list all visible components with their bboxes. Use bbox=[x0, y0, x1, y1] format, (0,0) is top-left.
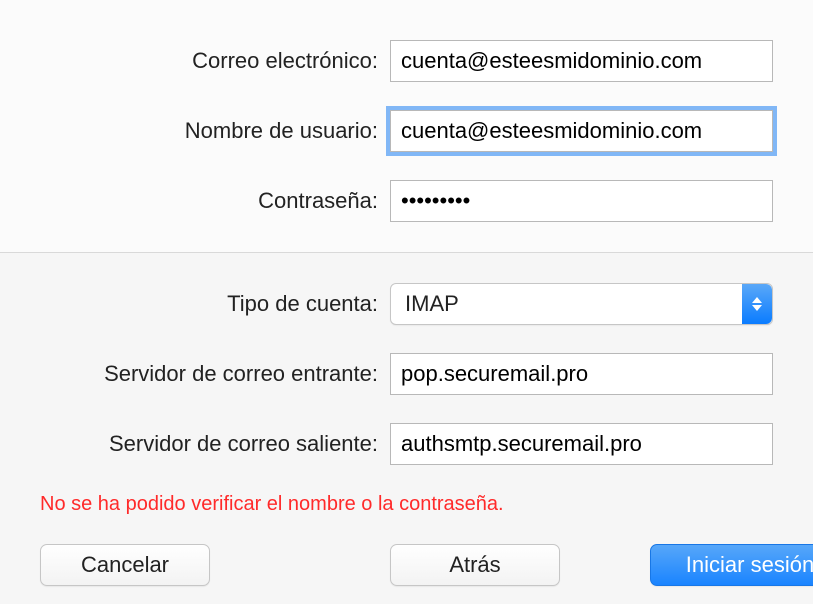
incoming-server-field[interactable] bbox=[390, 353, 773, 395]
credentials-section: Correo electrónico: Nombre de usuario: C… bbox=[0, 0, 813, 253]
incoming-label: Servidor de correo entrante: bbox=[40, 361, 390, 387]
row-incoming: Servidor de correo entrante: bbox=[40, 353, 773, 395]
row-email: Correo electrónico: bbox=[40, 40, 773, 82]
email-label: Correo electrónico: bbox=[40, 48, 390, 74]
email-field[interactable] bbox=[390, 40, 773, 82]
password-field[interactable] bbox=[390, 180, 773, 222]
username-label: Nombre de usuario: bbox=[40, 118, 390, 144]
row-outgoing: Servidor de correo saliente: bbox=[40, 423, 773, 465]
back-button[interactable]: Atrás bbox=[390, 544, 560, 586]
outgoing-server-field[interactable] bbox=[390, 423, 773, 465]
account-type-label: Tipo de cuenta: bbox=[40, 291, 390, 317]
login-button[interactable]: Iniciar sesión bbox=[650, 544, 813, 586]
button-bar: Cancelar Atrás Iniciar sesión bbox=[40, 544, 773, 604]
server-section: Tipo de cuenta: IMAP Servidor de correo … bbox=[0, 253, 813, 604]
row-username: Nombre de usuario: bbox=[40, 110, 773, 152]
account-type-value: IMAP bbox=[405, 291, 459, 317]
password-label: Contraseña: bbox=[40, 188, 390, 214]
row-account-type: Tipo de cuenta: IMAP bbox=[40, 283, 773, 325]
cancel-button[interactable]: Cancelar bbox=[40, 544, 210, 586]
username-field[interactable] bbox=[390, 110, 773, 152]
row-password: Contraseña: bbox=[40, 180, 773, 222]
outgoing-label: Servidor de correo saliente: bbox=[40, 431, 390, 457]
error-message: No se ha podido verificar el nombre o la… bbox=[40, 493, 773, 516]
account-type-select[interactable]: IMAP bbox=[390, 283, 773, 325]
chevron-updown-icon bbox=[742, 284, 772, 324]
